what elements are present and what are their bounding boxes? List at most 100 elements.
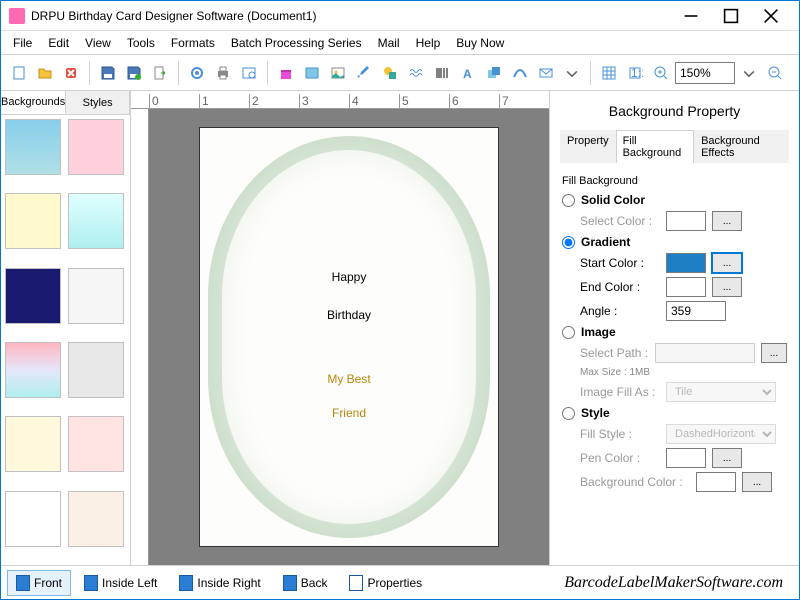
save-icon[interactable] [96, 61, 120, 85]
wave-icon[interactable] [404, 61, 428, 85]
window-title: DRPU Birthday Card Designer Software (Do… [31, 9, 671, 23]
text-icon[interactable]: A [456, 61, 480, 85]
bg-thumb[interactable] [68, 268, 124, 324]
tab-backgrounds[interactable]: Backgrounds [1, 91, 66, 114]
tab-fill-background[interactable]: Fill Background [616, 130, 694, 163]
delete-icon[interactable] [59, 61, 83, 85]
bg-thumb[interactable] [5, 119, 61, 175]
shape-icon[interactable] [378, 61, 402, 85]
radio-solid-color[interactable]: Solid Color [562, 193, 787, 207]
open-icon[interactable] [33, 61, 57, 85]
radio-image[interactable]: Image [562, 325, 787, 339]
image-fill-as-combo: Tile [666, 382, 776, 402]
bg-thumb[interactable] [5, 342, 61, 398]
pen-color-picker[interactable]: ... [712, 448, 742, 468]
bg-thumb[interactable] [68, 193, 124, 249]
layer-icon[interactable] [482, 61, 506, 85]
bottombar: Front Inside Left Inside Right Back Prop… [1, 565, 799, 599]
bg-thumb[interactable] [5, 491, 61, 547]
page-icon [283, 575, 297, 591]
menu-edit[interactable]: Edit [40, 33, 77, 53]
minimize-button[interactable] [671, 2, 711, 30]
image-icon[interactable] [326, 61, 350, 85]
section-label: Fill Background [562, 175, 787, 187]
menu-batch[interactable]: Batch Processing Series [223, 33, 370, 53]
bg-thumb[interactable] [68, 342, 124, 398]
background-thumbnails [1, 115, 130, 565]
preview-icon[interactable] [237, 61, 261, 85]
card-icon[interactable] [300, 61, 324, 85]
save-as-icon[interactable] [122, 61, 146, 85]
tab-properties[interactable]: Properties [340, 570, 431, 596]
menu-tools[interactable]: Tools [119, 33, 163, 53]
card-text-friend[interactable]: My BestFriend [327, 356, 370, 424]
bg-thumb[interactable] [68, 491, 124, 547]
zoom-input[interactable] [675, 62, 735, 84]
radio-gradient[interactable]: Gradient [562, 235, 787, 249]
end-color-swatch[interactable] [666, 277, 706, 297]
solid-color-swatch[interactable] [666, 211, 706, 231]
bg-thumb[interactable] [5, 268, 61, 324]
tab-styles[interactable]: Styles [66, 91, 130, 114]
tab-back[interactable]: Back [274, 570, 337, 596]
svg-text:1:1: 1:1 [631, 66, 643, 80]
tab-background-effects[interactable]: Background Effects [694, 130, 789, 163]
menu-help[interactable]: Help [408, 33, 449, 53]
bg-thumb[interactable] [68, 416, 124, 472]
menu-buy[interactable]: Buy Now [448, 33, 512, 53]
sidebar: Backgrounds Styles [1, 91, 131, 565]
pen-icon[interactable] [352, 61, 376, 85]
properties-panel: Background Property Property Fill Backgr… [549, 91, 799, 565]
titlebar: DRPU Birthday Card Designer Software (Do… [1, 1, 799, 31]
panel-title: Background Property [560, 103, 789, 119]
dropdown-icon[interactable] [560, 61, 584, 85]
page-icon [16, 575, 30, 591]
menu-mail[interactable]: Mail [370, 33, 408, 53]
zoom-dropdown-icon[interactable] [737, 61, 761, 85]
page-icon [84, 575, 98, 591]
menu-formats[interactable]: Formats [163, 33, 223, 53]
bg-thumb[interactable] [5, 193, 61, 249]
curve-icon[interactable] [508, 61, 532, 85]
pen-color-swatch[interactable] [666, 448, 706, 468]
radio-style[interactable]: Style [562, 406, 787, 420]
svg-text:A: A [463, 67, 472, 81]
bg-color-picker[interactable]: ... [742, 472, 772, 492]
tab-inside-right[interactable]: Inside Right [170, 570, 269, 596]
solid-color-picker[interactable]: ... [712, 211, 742, 231]
end-color-picker[interactable]: ... [712, 277, 742, 297]
print-icon[interactable] [211, 61, 235, 85]
settings-icon[interactable] [185, 61, 209, 85]
maximize-button[interactable] [711, 2, 751, 30]
tab-property[interactable]: Property [560, 130, 616, 163]
new-icon[interactable] [7, 61, 31, 85]
zoom-in-icon[interactable] [649, 61, 673, 85]
image-path-input [655, 343, 755, 363]
start-color-picker[interactable]: ... [712, 253, 742, 273]
bg-thumb[interactable] [68, 119, 124, 175]
export-icon[interactable] [148, 61, 172, 85]
tab-inside-left[interactable]: Inside Left [75, 570, 166, 596]
properties-icon [349, 575, 363, 591]
bg-color-swatch[interactable] [696, 472, 736, 492]
menubar: File Edit View Tools Formats Batch Proce… [1, 31, 799, 55]
barcode-icon[interactable] [430, 61, 454, 85]
bg-thumb[interactable] [5, 416, 61, 472]
menu-file[interactable]: File [5, 33, 40, 53]
page-icon [179, 575, 193, 591]
image-browse-button[interactable]: ... [761, 343, 787, 363]
canvas-area: 01234567 HappyBirthday My BestFriend [131, 91, 549, 565]
zoom-out-icon[interactable] [763, 61, 787, 85]
card-canvas[interactable]: HappyBirthday My BestFriend [199, 127, 499, 547]
start-color-swatch[interactable] [666, 253, 706, 273]
ruler-horizontal: 01234567 [131, 91, 549, 109]
mail-icon[interactable] [534, 61, 558, 85]
gift-icon[interactable] [274, 61, 298, 85]
menu-view[interactable]: View [77, 33, 119, 53]
fit-icon[interactable]: 1:1 [623, 61, 647, 85]
card-text-happy[interactable]: HappyBirthday [327, 250, 371, 326]
angle-input[interactable] [666, 301, 726, 321]
close-button[interactable] [751, 2, 791, 30]
tab-front[interactable]: Front [7, 570, 71, 596]
grid-icon[interactable] [597, 61, 621, 85]
